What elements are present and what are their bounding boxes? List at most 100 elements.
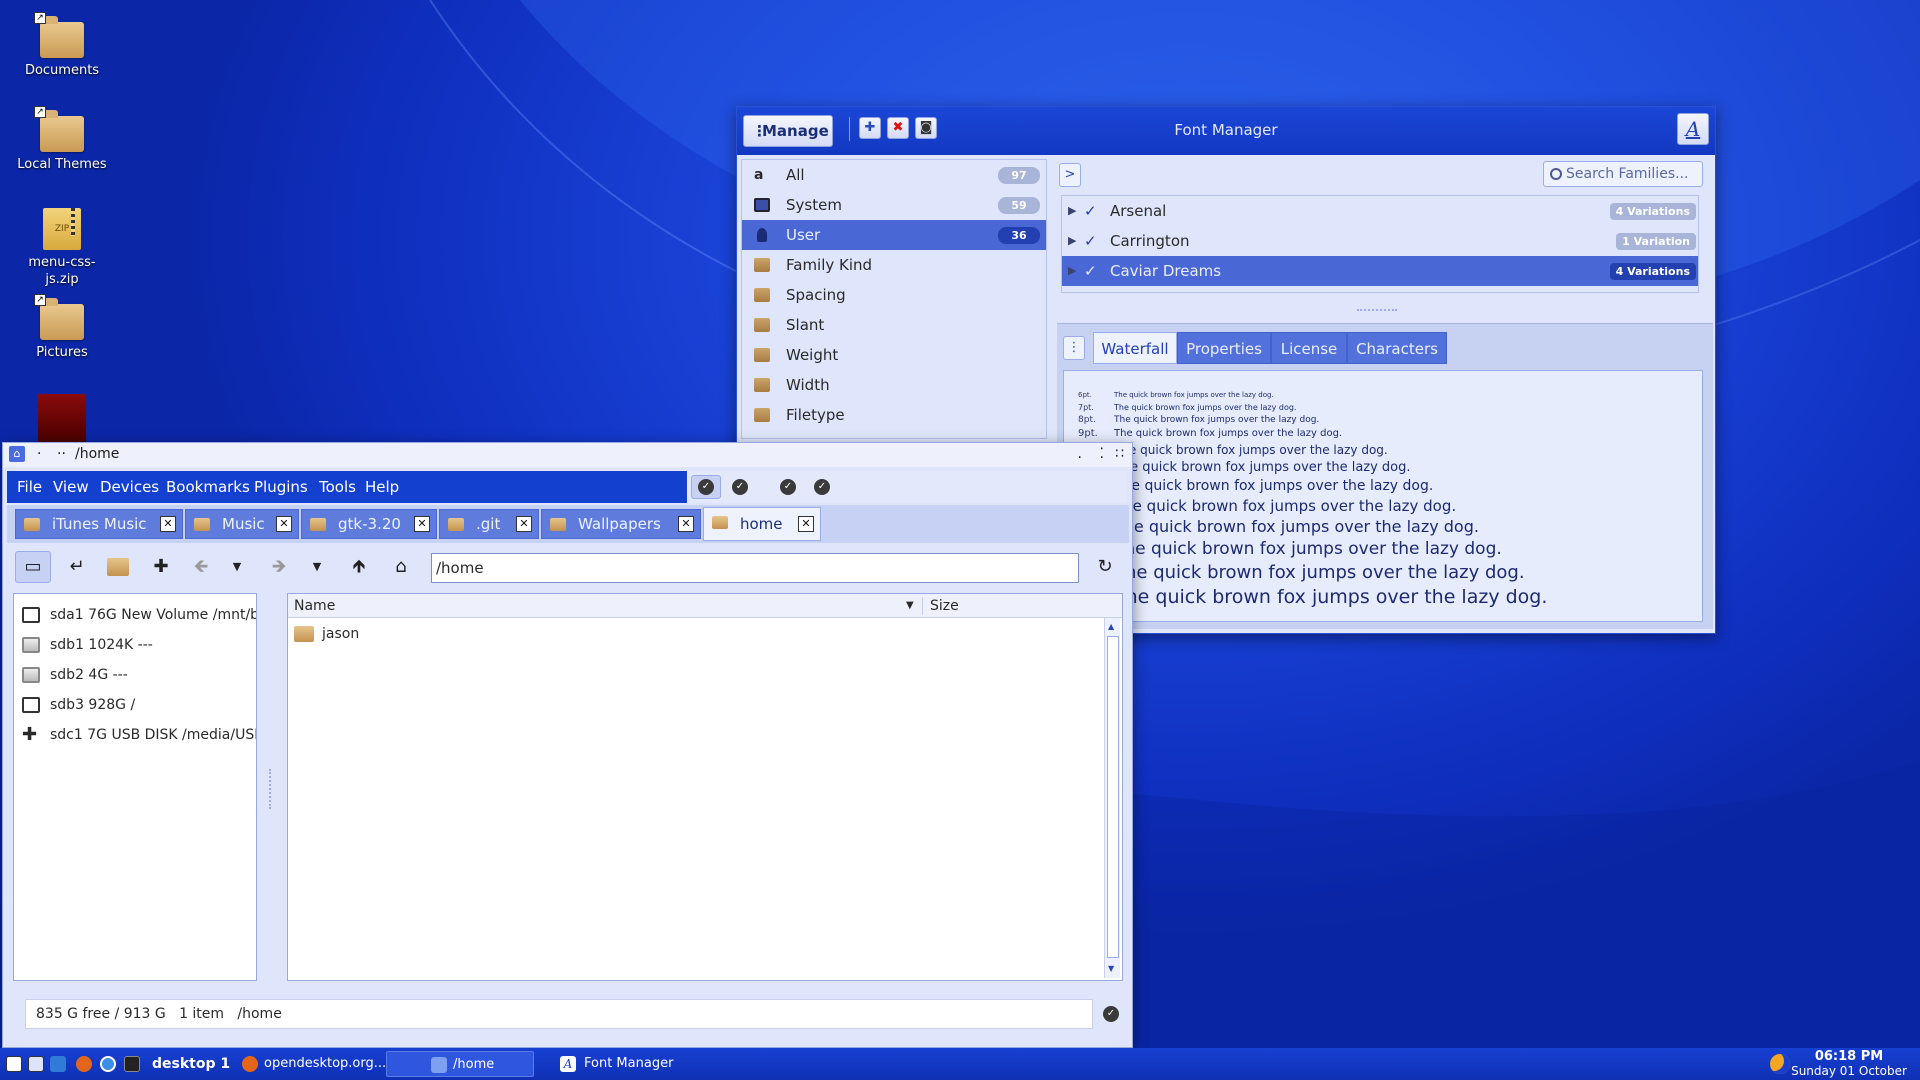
- check-circle-icon[interactable]: ✓: [698, 479, 714, 495]
- font-preview-icon[interactable]: A: [1677, 113, 1709, 145]
- check-circle-icon[interactable]: ✓: [780, 479, 796, 495]
- checkmark-icon[interactable]: ✓: [1084, 226, 1097, 256]
- menu-view[interactable]: View: [53, 471, 89, 503]
- menu-tools[interactable]: Tools: [319, 471, 356, 503]
- scroll-up-icon[interactable]: ▲: [1108, 622, 1114, 631]
- category-slant[interactable]: Slant: [742, 310, 1046, 340]
- category-system[interactable]: System 59: [742, 190, 1046, 220]
- family-row-carrington[interactable]: ▶ ✓ Carrington 1 Variation: [1062, 226, 1698, 256]
- tab-home[interactable]: home ✕: [703, 507, 821, 541]
- expand-arrow-icon[interactable]: ▶: [1068, 256, 1076, 286]
- show-desktop-icon[interactable]: [6, 1056, 22, 1072]
- desktop-icon-local-themes[interactable]: ↗ Local Themes: [0, 106, 124, 173]
- tab-gtk[interactable]: gtk-3.20 ✕: [301, 509, 437, 539]
- desktop-icon-partial[interactable]: [38, 394, 86, 442]
- folder-icon: [194, 518, 210, 531]
- pane-resize-handle[interactable]: [1357, 309, 1397, 313]
- tab-license[interactable]: License: [1271, 332, 1347, 364]
- menu-devices[interactable]: Devices: [100, 471, 159, 503]
- file-manager-launcher-icon[interactable]: [28, 1056, 44, 1072]
- desktop-icon-documents[interactable]: ↗ Documents: [0, 12, 124, 79]
- menu-bookmarks[interactable]: Bookmarks: [166, 471, 250, 503]
- tab-characters[interactable]: Characters: [1347, 332, 1447, 364]
- category-all[interactable]: a All 97: [742, 160, 1046, 190]
- pane-splitter[interactable]: [269, 769, 273, 809]
- device-sdc1[interactable]: ✚ sdc1 7G USB DISK /media/USB: [14, 720, 256, 750]
- desktop-icon-zip[interactable]: ZIP menu-css-js.zip: [0, 208, 124, 288]
- file-browser-titlebar[interactable]: ⌂ · ·· /home . ⁚ ∷: [3, 443, 1132, 467]
- tab-git[interactable]: .git ✕: [439, 509, 539, 539]
- refresh-icon[interactable]: ↻: [1093, 555, 1117, 579]
- desktop-switcher[interactable]: desktop 1: [152, 1048, 230, 1080]
- expand-arrow-icon[interactable]: ▶: [1068, 226, 1076, 256]
- back-icon[interactable]: 🡸: [189, 555, 213, 579]
- forward-icon[interactable]: 🡺: [267, 555, 291, 579]
- window-menu-icon[interactable]: ·: [37, 443, 41, 465]
- tab-wallpapers[interactable]: Wallpapers ✕: [541, 509, 701, 539]
- family-row-caviar-dreams[interactable]: ▶ ✓ Caviar Dreams 4 Variations: [1062, 256, 1698, 286]
- close-tab-icon[interactable]: ✕: [160, 516, 176, 532]
- chromium-icon[interactable]: [100, 1056, 116, 1072]
- expand-arrow-icon[interactable]: ▶: [1068, 196, 1076, 226]
- checkmark-icon[interactable]: ✓: [1084, 256, 1097, 286]
- check-circle-icon[interactable]: ✓: [814, 479, 830, 495]
- family-row-arsenal[interactable]: ▶ ✓ Arsenal 4 Variations: [1062, 196, 1698, 226]
- device-sda1[interactable]: sda1 76G New Volume /mnt/ba: [14, 600, 256, 630]
- sticky-icon[interactable]: ··: [57, 443, 66, 465]
- check-circle-icon[interactable]: ✓: [1103, 1006, 1119, 1022]
- scroll-down-icon[interactable]: ▼: [1108, 964, 1114, 973]
- close-tab-icon[interactable]: ✕: [276, 516, 292, 532]
- terminal-icon[interactable]: [124, 1056, 140, 1072]
- terminal-launcher-icon[interactable]: [50, 1056, 66, 1072]
- preview-menu-icon[interactable]: ⋮: [1063, 336, 1085, 360]
- tab-music[interactable]: Music ✕: [185, 509, 299, 539]
- device-sdb2[interactable]: sdb2 4G ---: [14, 660, 256, 690]
- maximize-icon[interactable]: ⁚: [1100, 443, 1104, 465]
- close-tab-icon[interactable]: ✕: [516, 516, 532, 532]
- enter-icon[interactable]: ↵: [65, 555, 89, 579]
- home-icon[interactable]: ⌂: [389, 555, 413, 579]
- menu-plugins[interactable]: Plugins: [254, 471, 308, 503]
- search-families-input[interactable]: Search Families...: [1543, 161, 1703, 187]
- expand-sidebar-icon[interactable]: >: [1059, 163, 1081, 187]
- category-spacing[interactable]: Spacing: [742, 280, 1046, 310]
- close-tab-icon[interactable]: ✕: [798, 516, 814, 532]
- column-size[interactable]: Size: [930, 594, 959, 618]
- forward-history-chevron-down-icon[interactable]: ▼: [305, 555, 329, 579]
- sort-chevron-down-icon[interactable]: ▼: [906, 594, 914, 618]
- task-button-browser[interactable]: opendesktop.org...: [238, 1051, 386, 1077]
- vertical-scrollbar[interactable]: ▲ ▼: [1104, 618, 1120, 978]
- new-folder-icon[interactable]: [107, 558, 129, 576]
- firefox-icon[interactable]: [76, 1056, 92, 1072]
- tab-properties[interactable]: Properties: [1177, 332, 1271, 364]
- up-icon[interactable]: 🡹: [347, 555, 371, 579]
- task-button-font-manager[interactable]: A Font Manager: [556, 1051, 702, 1077]
- column-name[interactable]: Name: [294, 594, 335, 618]
- close-icon[interactable]: ∷: [1115, 443, 1124, 465]
- device-sdb1[interactable]: sdb1 1024K ---: [14, 630, 256, 660]
- back-history-chevron-down-icon[interactable]: ▼: [225, 555, 249, 579]
- checkmark-icon[interactable]: ✓: [1084, 196, 1097, 226]
- home-icon[interactable]: ⌂: [9, 446, 25, 462]
- clock[interactable]: 06:18 PM Sunday 01 October: [1784, 1048, 1914, 1079]
- menu-help[interactable]: Help: [365, 471, 399, 503]
- category-user[interactable]: User 36: [742, 220, 1046, 250]
- close-tab-icon[interactable]: ✕: [678, 516, 694, 532]
- task-button-home[interactable]: /home: [386, 1051, 534, 1077]
- address-bar-input[interactable]: /home: [431, 553, 1079, 583]
- tab-waterfall[interactable]: Waterfall: [1093, 332, 1177, 364]
- category-family-kind[interactable]: Family Kind: [742, 250, 1046, 280]
- column-divider[interactable]: [922, 597, 923, 615]
- close-tab-icon[interactable]: ✕: [414, 516, 430, 532]
- category-weight[interactable]: Weight: [742, 340, 1046, 370]
- tab-itunes-music[interactable]: iTunes Music ✕: [15, 509, 183, 539]
- category-width[interactable]: Width: [742, 370, 1046, 400]
- desktop-icon-pictures[interactable]: ↗ Pictures: [0, 294, 124, 361]
- category-filetype[interactable]: Filetype: [742, 400, 1046, 430]
- scroll-track[interactable]: [1107, 636, 1119, 958]
- device-sdb3[interactable]: sdb3 928G /: [14, 690, 256, 720]
- new-tab-icon[interactable]: ✚: [149, 555, 173, 579]
- menu-file[interactable]: File: [17, 471, 42, 503]
- minimize-icon[interactable]: .: [1078, 443, 1082, 465]
- check-circle-icon[interactable]: ✓: [732, 479, 748, 495]
